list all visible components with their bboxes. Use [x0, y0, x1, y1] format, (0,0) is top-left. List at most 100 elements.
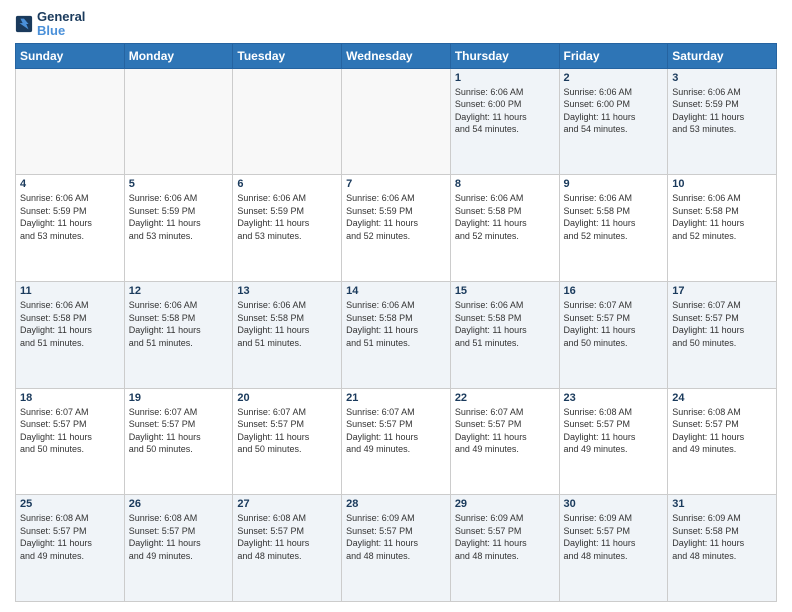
day-number: 26 [129, 498, 229, 510]
day-cell: 19 Sunrise: 6:07 AM Sunset: 5:57 PM Dayli… [124, 388, 233, 495]
day-cell: 29 Sunrise: 6:09 AM Sunset: 5:57 PM Dayli… [450, 495, 559, 602]
day-cell: 8 Sunrise: 6:06 AM Sunset: 5:58 PM Daylig… [450, 175, 559, 282]
page: General Blue SundayMondayTuesdayWednesda… [0, 0, 792, 612]
day-number: 20 [237, 392, 337, 404]
day-info: Sunrise: 6:08 AM Sunset: 5:57 PM Dayligh… [564, 406, 664, 456]
day-cell: 27 Sunrise: 6:08 AM Sunset: 5:57 PM Dayli… [233, 495, 342, 602]
day-info: Sunrise: 6:08 AM Sunset: 5:57 PM Dayligh… [237, 512, 337, 562]
day-cell: 22 Sunrise: 6:07 AM Sunset: 5:57 PM Dayli… [450, 388, 559, 495]
week-row-1: 1 Sunrise: 6:06 AM Sunset: 6:00 PM Daylig… [16, 68, 777, 175]
day-cell: 28Sunrise: 6:09 AM Sunset: 5:57 PM Dayli… [342, 495, 451, 602]
day-number: 11 [20, 285, 120, 297]
day-info: Sunrise: 6:06 AM Sunset: 5:58 PM Dayligh… [672, 192, 772, 242]
day-info: Sunrise: 6:06 AM Sunset: 5:58 PM Dayligh… [455, 299, 555, 349]
calendar-body: 1 Sunrise: 6:06 AM Sunset: 6:00 PM Daylig… [16, 68, 777, 601]
day-info: Sunrise: 6:06 AM Sunset: 5:59 PM Dayligh… [129, 192, 229, 242]
day-cell: 21 Sunrise: 6:07 AM Sunset: 5:57 PM Dayli… [342, 388, 451, 495]
day-number: 5 [129, 178, 229, 190]
day-info: Sunrise: 6:09 AM Sunset: 5:57 PM Dayligh… [346, 512, 446, 562]
day-number: 30 [564, 498, 664, 510]
day-cell: 14 Sunrise: 6:06 AM Sunset: 5:58 PM Dayli… [342, 281, 451, 388]
day-info: Sunrise: 6:07 AM Sunset: 5:57 PM Dayligh… [346, 406, 446, 456]
header-cell-thursday: Thursday [450, 43, 559, 68]
day-cell: 17 Sunrise: 6:07 AM Sunset: 5:57 PM Dayli… [668, 281, 777, 388]
day-info: Sunrise: 6:08 AM Sunset: 5:57 PM Dayligh… [672, 406, 772, 456]
day-info: Sunrise: 6:09 AM Sunset: 5:57 PM Dayligh… [455, 512, 555, 562]
day-number: 14 [346, 285, 446, 297]
day-info: Sunrise: 6:07 AM Sunset: 5:57 PM Dayligh… [129, 406, 229, 456]
header-cell-tuesday: Tuesday [233, 43, 342, 68]
day-number: 15 [455, 285, 555, 297]
calendar-header: SundayMondayTuesdayWednesdayThursdayFrid… [16, 43, 777, 68]
week-row-3: 11 Sunrise: 6:06 AM Sunset: 5:58 PM Dayli… [16, 281, 777, 388]
week-row-5: 25 Sunrise: 6:08 AM Sunset: 5:57 PM Dayli… [16, 495, 777, 602]
day-cell: 7Sunrise: 6:06 AM Sunset: 5:59 PM Daylig… [342, 175, 451, 282]
header: General Blue [15, 10, 777, 39]
day-info: Sunrise: 6:06 AM Sunset: 6:00 PM Dayligh… [564, 86, 664, 136]
day-info: Sunrise: 6:07 AM Sunset: 5:57 PM Dayligh… [455, 406, 555, 456]
day-cell: 10 Sunrise: 6:06 AM Sunset: 5:58 PM Dayli… [668, 175, 777, 282]
day-info: Sunrise: 6:06 AM Sunset: 5:58 PM Dayligh… [564, 192, 664, 242]
day-cell [16, 68, 125, 175]
day-number: 25 [20, 498, 120, 510]
day-number: 16 [564, 285, 664, 297]
day-cell: 3 Sunrise: 6:06 AM Sunset: 5:59 PM Daylig… [668, 68, 777, 175]
day-cell: 30 Sunrise: 6:09 AM Sunset: 5:57 PM Dayli… [559, 495, 668, 602]
calendar-table: SundayMondayTuesdayWednesdayThursdayFrid… [15, 43, 777, 602]
day-cell: 20Sunrise: 6:07 AM Sunset: 5:57 PM Dayli… [233, 388, 342, 495]
day-cell: 5 Sunrise: 6:06 AM Sunset: 5:59 PM Daylig… [124, 175, 233, 282]
day-cell: 9Sunrise: 6:06 AM Sunset: 5:58 PM Daylig… [559, 175, 668, 282]
day-number: 22 [455, 392, 555, 404]
logo: General Blue [15, 10, 85, 39]
header-cell-monday: Monday [124, 43, 233, 68]
day-cell: 4 Sunrise: 6:06 AM Sunset: 5:59 PM Daylig… [16, 175, 125, 282]
day-number: 10 [672, 178, 772, 190]
day-info: Sunrise: 6:06 AM Sunset: 5:59 PM Dayligh… [346, 192, 446, 242]
day-cell: 25 Sunrise: 6:08 AM Sunset: 5:57 PM Dayli… [16, 495, 125, 602]
day-number: 19 [129, 392, 229, 404]
day-number: 4 [20, 178, 120, 190]
day-cell: 31Sunrise: 6:09 AM Sunset: 5:58 PM Dayli… [668, 495, 777, 602]
header-cell-sunday: Sunday [16, 43, 125, 68]
day-info: Sunrise: 6:06 AM Sunset: 5:58 PM Dayligh… [20, 299, 120, 349]
day-cell: 12Sunrise: 6:06 AM Sunset: 5:58 PM Dayli… [124, 281, 233, 388]
day-info: Sunrise: 6:09 AM Sunset: 5:57 PM Dayligh… [564, 512, 664, 562]
day-cell [342, 68, 451, 175]
day-cell: 16Sunrise: 6:07 AM Sunset: 5:57 PM Dayli… [559, 281, 668, 388]
day-number: 3 [672, 72, 772, 84]
day-info: Sunrise: 6:08 AM Sunset: 5:57 PM Dayligh… [20, 512, 120, 562]
day-cell [124, 68, 233, 175]
week-row-2: 4 Sunrise: 6:06 AM Sunset: 5:59 PM Daylig… [16, 175, 777, 282]
day-number: 17 [672, 285, 772, 297]
day-info: Sunrise: 6:06 AM Sunset: 5:59 PM Dayligh… [20, 192, 120, 242]
day-cell: 18Sunrise: 6:07 AM Sunset: 5:57 PM Dayli… [16, 388, 125, 495]
day-info: Sunrise: 6:06 AM Sunset: 5:58 PM Dayligh… [346, 299, 446, 349]
day-info: Sunrise: 6:06 AM Sunset: 5:58 PM Dayligh… [129, 299, 229, 349]
logo-icon [15, 15, 33, 33]
logo-text: General Blue [37, 10, 85, 39]
day-number: 24 [672, 392, 772, 404]
day-cell: 23 Sunrise: 6:08 AM Sunset: 5:57 PM Dayli… [559, 388, 668, 495]
day-info: Sunrise: 6:06 AM Sunset: 5:59 PM Dayligh… [672, 86, 772, 136]
day-info: Sunrise: 6:07 AM Sunset: 5:57 PM Dayligh… [20, 406, 120, 456]
day-info: Sunrise: 6:06 AM Sunset: 6:00 PM Dayligh… [455, 86, 555, 136]
day-info: Sunrise: 6:06 AM Sunset: 5:59 PM Dayligh… [237, 192, 337, 242]
day-cell: 1 Sunrise: 6:06 AM Sunset: 6:00 PM Daylig… [450, 68, 559, 175]
day-cell: 24 Sunrise: 6:08 AM Sunset: 5:57 PM Dayli… [668, 388, 777, 495]
day-number: 21 [346, 392, 446, 404]
day-number: 1 [455, 72, 555, 84]
day-number: 23 [564, 392, 664, 404]
day-cell: 11 Sunrise: 6:06 AM Sunset: 5:58 PM Dayli… [16, 281, 125, 388]
day-number: 2 [564, 72, 664, 84]
day-number: 29 [455, 498, 555, 510]
day-number: 8 [455, 178, 555, 190]
header-cell-friday: Friday [559, 43, 668, 68]
day-cell: 2 Sunrise: 6:06 AM Sunset: 6:00 PM Daylig… [559, 68, 668, 175]
header-row: SundayMondayTuesdayWednesdayThursdayFrid… [16, 43, 777, 68]
header-cell-saturday: Saturday [668, 43, 777, 68]
day-info: Sunrise: 6:06 AM Sunset: 5:58 PM Dayligh… [455, 192, 555, 242]
day-cell: 26Sunrise: 6:08 AM Sunset: 5:57 PM Dayli… [124, 495, 233, 602]
day-info: Sunrise: 6:07 AM Sunset: 5:57 PM Dayligh… [672, 299, 772, 349]
header-cell-wednesday: Wednesday [342, 43, 451, 68]
day-number: 27 [237, 498, 337, 510]
